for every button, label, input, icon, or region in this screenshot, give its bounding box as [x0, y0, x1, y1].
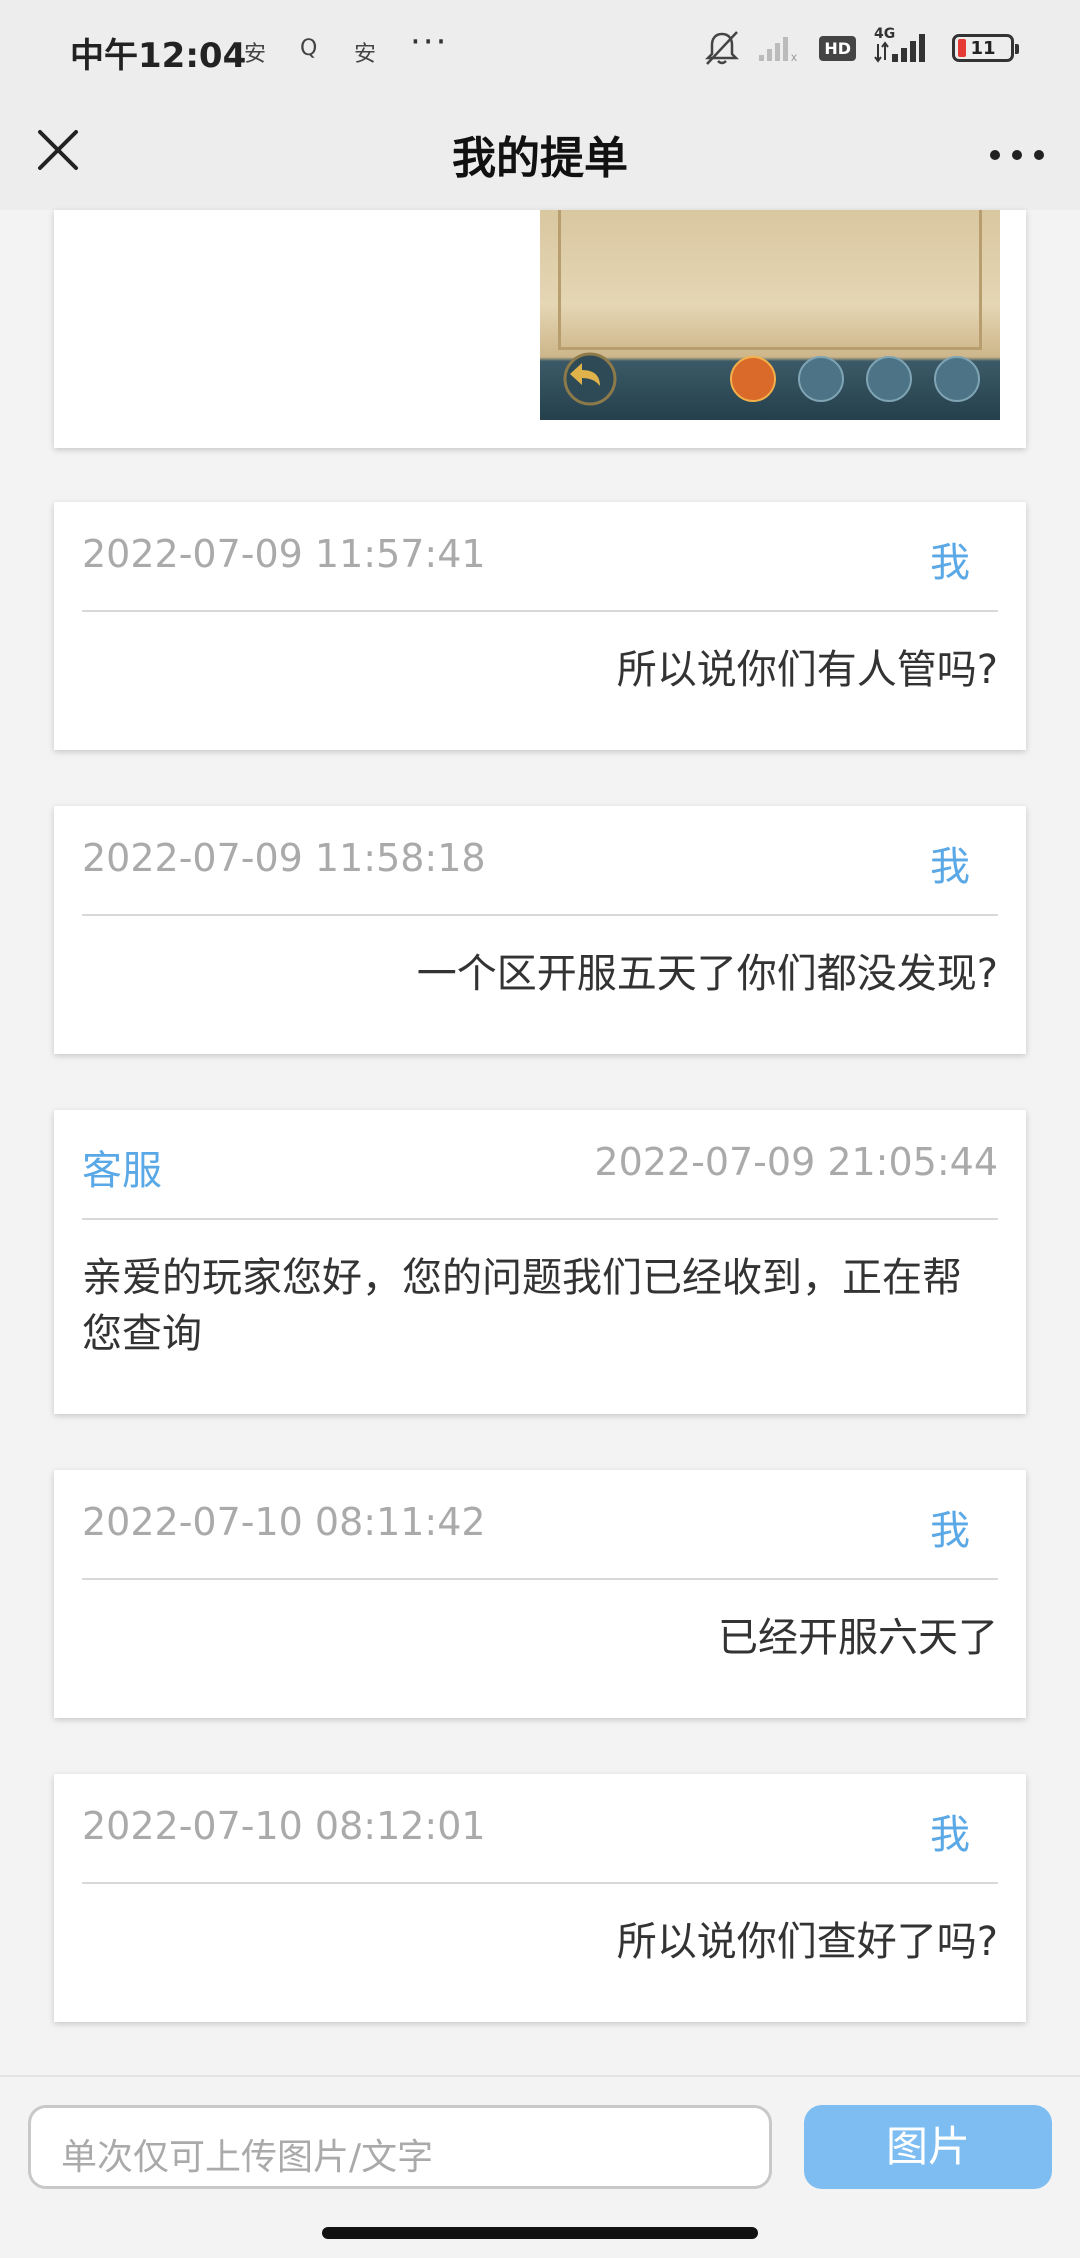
back-arrow-icon: [563, 352, 617, 406]
message-time: 2022-07-10 08:11:42: [82, 1500, 486, 1544]
message-card: 2022-07-09 11:58:18 我 一个区开服五天了你们都没发现?: [54, 806, 1026, 1054]
status-bar: 中午12:04 安 Q 安 ··· x HD 4G 11: [0, 0, 1080, 100]
more-options-icon[interactable]: [982, 120, 1052, 190]
home-indicator[interactable]: [322, 2227, 758, 2239]
nav-bar: 我的提单: [0, 100, 1080, 210]
signal-empty-icon: x: [759, 37, 797, 63]
message-text: 一个区开服五天了你们都没发现?: [416, 951, 998, 997]
message-sender: 我: [930, 1508, 970, 1554]
input-bar: 单次仅可上传图片/文字 图片: [0, 2075, 1080, 2258]
page-title: 我的提单: [452, 133, 628, 184]
message-sender: 我: [930, 844, 970, 890]
battery-level: 11: [970, 38, 996, 59]
battery-icon: 11: [952, 34, 1019, 62]
message-time: 2022-07-09 11:58:18: [82, 836, 486, 880]
mute-bell-icon: [705, 31, 740, 65]
message-text: 亲爱的玩家您好，您的问题我们已经收到，正在帮您查询: [82, 1255, 962, 1357]
message-sender: 我: [930, 1812, 970, 1858]
attached-screenshot-image[interactable]: [540, 210, 1000, 420]
hd-badge: HD: [819, 35, 856, 61]
message-card: 2022-07-10 08:12:01 我 所以说你们查好了吗?: [54, 1774, 1026, 2022]
message-text: 已经开服六天了: [718, 1615, 998, 1661]
message-text: 所以说你们有人管吗?: [616, 647, 998, 693]
message-time: 2022-07-10 08:12:01: [82, 1804, 486, 1848]
message-card: 2022-07-10 08:11:42 我 已经开服六天了: [54, 1470, 1026, 1718]
message-card: 2022-07-09 11:57:41 我 所以说你们有人管吗?: [54, 502, 1026, 750]
message-card: 客服 2022-07-09 21:05:44 亲爱的玩家您好，您的问题我们已经收…: [54, 1110, 1026, 1414]
signal-4g-icon: 4G: [874, 26, 934, 66]
notification-icon: 安: [244, 42, 267, 67]
message-time: 2022-07-09 11:57:41: [82, 532, 486, 576]
message-text: 所以说你们查好了吗?: [616, 1919, 998, 1965]
svg-text:x: x: [791, 50, 797, 63]
message-sender: 客服: [82, 1148, 162, 1194]
more-notifications-icon: ···: [410, 22, 449, 62]
status-time: 中午12:04: [70, 36, 247, 76]
page: 中午12:04 安 Q 安 ··· x HD 4G 11 我的提单 2022-0…: [0, 0, 1080, 2258]
upload-image-button[interactable]: 图片: [804, 2105, 1052, 2189]
message-input[interactable]: 单次仅可上传图片/文字: [28, 2105, 772, 2189]
message-time: 2022-07-09 21:05:44: [594, 1140, 998, 1184]
notification-icon: 安: [354, 42, 377, 67]
message-sender: 我: [930, 540, 970, 586]
image-message-card: [54, 210, 1026, 448]
notification-icon: Q: [300, 36, 318, 61]
